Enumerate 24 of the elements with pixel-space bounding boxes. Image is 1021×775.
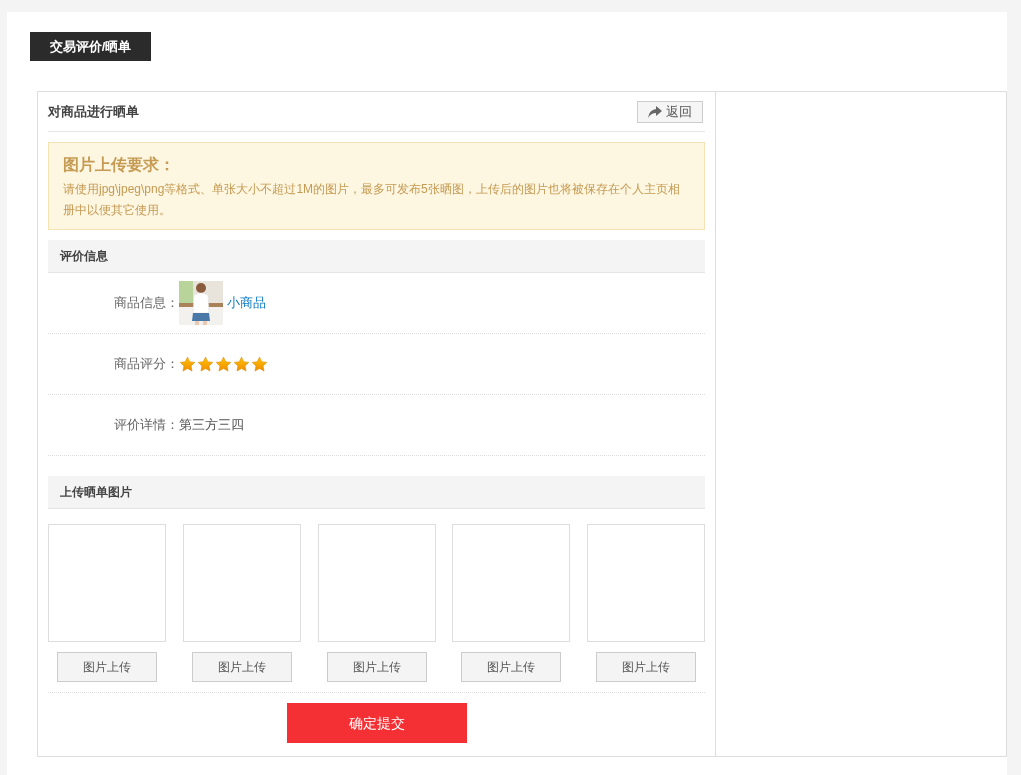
field-label: 商品信息： [113,294,179,313]
share-arrow-icon [648,105,662,118]
star-icon [233,355,250,373]
back-button[interactable]: 返回 [637,100,703,123]
field-label: 商品评分： [113,355,179,374]
upload-button[interactable]: 图片上传 [461,652,562,682]
review-text: 第三方三四 [179,416,244,435]
field-label: 评价详情： [113,416,179,435]
star-icon [215,355,232,373]
section-header: 上传晒单图片 [48,476,705,509]
upload-button[interactable]: 图片上传 [326,652,427,682]
notice-title: 图片上传要求： [63,155,176,175]
page-tab[interactable]: 交易评价/晒单 [30,32,151,61]
upload-button[interactable]: 图片上传 [57,652,157,682]
star-icon [251,355,268,373]
section-header: 评价信息 [48,240,705,273]
notice-text: 请使用jpg\jpeg\png等格式、单张大小不超过1M的图片，最多可发布5张晒图，上传后的图片也将被保存在个人主页相册中以便其它使用。 [63,181,680,219]
submit-button[interactable]: 确定提交 [286,703,467,743]
star-icon [197,355,214,373]
star-icon [179,355,196,373]
upload-button[interactable]: 图片上传 [191,652,292,682]
product-link[interactable]: 小商品 [227,293,266,313]
upload-button[interactable]: 图片上传 [596,652,696,682]
panel-title: 对商品进行晒单 [48,102,139,121]
